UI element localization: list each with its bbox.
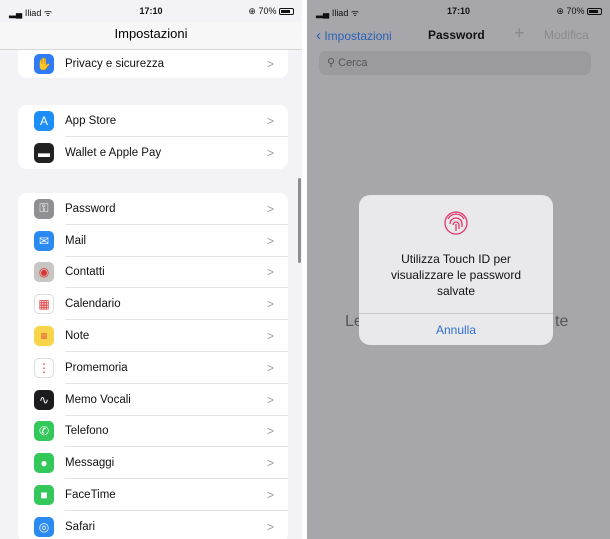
settings-item-messaggi[interactable]: ● Messaggi > xyxy=(18,447,288,479)
settings-item-privacy-e-sicurezza[interactable]: ✋ Privacy e sicurezza > xyxy=(18,50,288,78)
settings-item-note[interactable]: ≡ Note > xyxy=(18,320,288,352)
settings-item-app-store[interactable]: A App Store > xyxy=(18,105,288,137)
scrollbar[interactable] xyxy=(298,178,301,263)
chevron-right-icon: > xyxy=(266,201,274,216)
settings-group: ⚿ Password > ✉ Mail > ◉ Contatti > ▦ Calendario > ≡ N… xyxy=(18,193,288,539)
settings-item-contatti[interactable]: ◉ Contatti > xyxy=(18,257,288,289)
dialog-message: Utilizza Touch ID per visualizzare le pa… xyxy=(390,252,522,298)
page-title: Impostazioni xyxy=(114,26,188,41)
settings-item-label: Memo Vocali xyxy=(65,393,131,406)
safari-icon: ◎ xyxy=(34,516,54,537)
settings-item-telefono[interactable]: ✆ Telefono > xyxy=(18,416,288,448)
settings-item-facetime[interactable]: ■ FaceTime > xyxy=(18,479,288,511)
settings-item-mail[interactable]: ✉ Mail > xyxy=(18,225,288,257)
chevron-right-icon: > xyxy=(266,424,274,439)
settings-item-password[interactable]: ⚿ Password > xyxy=(18,193,288,225)
page-title: Password xyxy=(428,28,485,42)
wallet-icon: ▬ xyxy=(34,142,54,163)
chevron-right-icon: > xyxy=(266,456,274,471)
battery: ⊕ 70% xyxy=(556,6,602,17)
contacts-icon: ◉ xyxy=(34,262,54,283)
battery-icon xyxy=(587,8,602,16)
key-icon: ⚿ xyxy=(34,198,54,219)
settings-item-label: Telefono xyxy=(65,425,109,438)
search-input[interactable]: ⚲ Cerca xyxy=(319,51,591,75)
phone-icon: ✆ xyxy=(34,421,54,442)
settings-item-label: Safari xyxy=(65,520,96,533)
settings-item-label: Note xyxy=(65,330,90,343)
chevron-right-icon: > xyxy=(266,297,274,312)
password-screen: ▂▄ Iliad ᯤ 17:10 ⊕ 70% ‹ Impostazioni Pa… xyxy=(307,0,610,539)
settings-item-label: Wallet e Apple Pay xyxy=(65,146,162,159)
hand-icon: ✋ xyxy=(34,54,54,74)
settings-item-wallet-e-apple-pay[interactable]: ▬ Wallet e Apple Pay > xyxy=(18,137,288,169)
chevron-right-icon: > xyxy=(266,329,274,344)
back-button[interactable]: ‹ Impostazioni xyxy=(316,27,392,44)
chevron-right-icon: > xyxy=(266,488,274,503)
voice-memos-icon: ∿ xyxy=(34,389,54,410)
settings-item-label: Promemoria xyxy=(65,361,128,374)
nav-bar: ‹ Impostazioni Password + Modifica xyxy=(307,22,610,48)
calendar-icon: ▦ xyxy=(34,294,54,315)
add-button[interactable]: + xyxy=(514,23,525,44)
fingerprint-icon xyxy=(444,211,468,235)
chevron-right-icon: > xyxy=(266,57,274,71)
settings-item-label: Messaggi xyxy=(65,457,115,470)
battery-icon xyxy=(279,8,294,16)
chevron-right-icon: > xyxy=(266,519,274,534)
background-text: te xyxy=(555,313,569,330)
settings-item-safari[interactable]: ◎ Safari > xyxy=(18,511,288,539)
settings-item-calendario[interactable]: ▦ Calendario > xyxy=(18,288,288,320)
messages-icon: ● xyxy=(34,453,54,474)
settings-item-label: App Store xyxy=(65,114,117,127)
status-bar: ▂▄ Iliad ᯤ 17:10 ⊕ 70% xyxy=(307,0,610,22)
battery: ⊕ 70% xyxy=(248,6,294,17)
settings-item-label: Password xyxy=(65,202,116,215)
settings-screen: ▂▄ Iliad ᯤ 17:10 ⊕ 70% Impostazioni ✋ Pri… xyxy=(0,0,302,539)
settings-item-label: Mail xyxy=(65,234,87,247)
chevron-right-icon: > xyxy=(266,392,274,407)
settings-group: A App Store > ▬ Wallet e Apple Pay > xyxy=(18,105,288,169)
cancel-button[interactable]: Annulla xyxy=(359,313,553,345)
chevron-right-icon: > xyxy=(266,145,274,160)
chevron-right-icon: > xyxy=(266,113,274,128)
settings-item-promemoria[interactable]: ⋮ Promemoria > xyxy=(18,352,288,384)
settings-item-label: FaceTime xyxy=(65,489,116,502)
chevron-left-icon: ‹ xyxy=(316,27,321,44)
settings-item-memo-vocali[interactable]: ∿ Memo Vocali > xyxy=(18,384,288,416)
chevron-right-icon: > xyxy=(266,233,274,248)
search-icon: ⚲ xyxy=(327,57,336,69)
settings-item-label: Calendario xyxy=(65,298,121,311)
settings-group: ✋ Privacy e sicurezza > xyxy=(18,50,288,78)
status-bar: ▂▄ Iliad ᯤ 17:10 ⊕ 70% xyxy=(0,0,302,22)
chevron-right-icon: > xyxy=(266,360,274,375)
edit-button[interactable]: Modifica xyxy=(544,28,589,42)
touch-id-dialog: Utilizza Touch ID per visualizzare le pa… xyxy=(359,195,553,345)
mail-icon: ✉ xyxy=(34,230,54,251)
notes-icon: ≡ xyxy=(34,326,54,347)
nav-bar: Impostazioni xyxy=(0,22,302,50)
settings-item-label: Privacy e sicurezza xyxy=(65,58,165,70)
app-store-icon: A xyxy=(34,110,54,131)
chevron-right-icon: > xyxy=(266,265,274,280)
settings-item-label: Contatti xyxy=(65,266,105,279)
facetime-icon: ■ xyxy=(34,485,54,506)
reminders-icon: ⋮ xyxy=(34,357,54,378)
